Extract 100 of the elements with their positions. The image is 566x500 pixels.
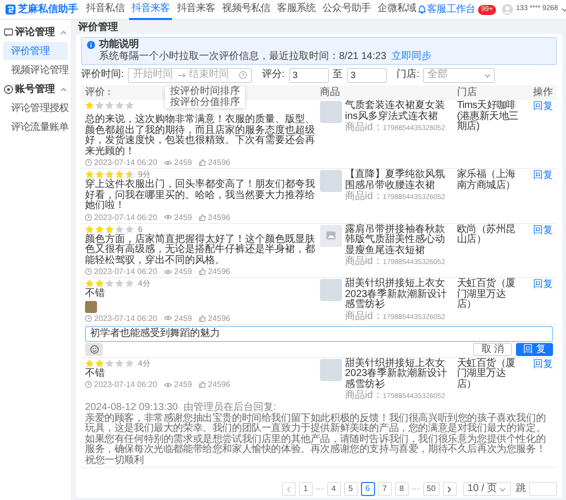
score-text: 9分 (138, 170, 150, 179)
reply-link[interactable]: 回复 (533, 101, 553, 112)
sidebar-item[interactable]: 评论管理授权 (3, 99, 68, 117)
filled-star-icon (95, 358, 104, 368)
eye-icon (164, 214, 172, 220)
column-header: 操作 (533, 86, 553, 98)
filled-star-icon (95, 224, 104, 234)
arrow-right-icon (178, 72, 186, 78)
score-text: 4分 (138, 358, 150, 368)
like-count: 24596 (208, 212, 230, 222)
nav-tab[interactable]: 客服系统 (275, 0, 318, 20)
filter-label: 评分: (262, 69, 285, 81)
page-button[interactable]: 6 (360, 482, 375, 496)
view-count: 2459 (174, 212, 192, 222)
sidebar-item[interactable]: 评价管理 (3, 42, 68, 60)
chevron-right-icon (447, 486, 452, 492)
product-title: 甜美针织拼接短上衣女2023春季新款潮新设计感雪纺衫 (345, 279, 448, 310)
jump-label: 跳 (516, 483, 526, 495)
notice-text: 系统每隔一个小时拉取一次评价信息，最近拉取时间：8/21 14:23 (99, 51, 386, 63)
reply-meta: 2024-08-12 09:13:30 由管理员在后台回复: (85, 403, 276, 413)
page-button[interactable]: 5 (344, 482, 358, 496)
page-size-select[interactable]: 10 / 页 (462, 482, 511, 496)
filter-label: 门店: (396, 69, 420, 81)
thumbs-up-icon (198, 159, 206, 166)
filled-star-icon (105, 224, 114, 234)
reply-link[interactable]: 回复 (533, 279, 553, 290)
page-ellipsis: ··· (316, 483, 324, 495)
nav-tab[interactable]: 视频号私信 (220, 0, 272, 20)
chat-icon (4, 28, 13, 36)
review-text: 总的来说，这次购物非常满意！衣服的质量、版型、颜色都超出了我的期待，而且店家的服务态度也超级好，发货速度快，包装也很精致。下次有需要还会再来光顾的！ (85, 115, 316, 157)
page-button[interactable]: 4 (326, 482, 341, 496)
reply-link[interactable]: 回复 (533, 170, 553, 181)
product-photo (320, 101, 342, 123)
thumbs-up-icon (198, 381, 206, 388)
like-count: 24596 (208, 314, 230, 322)
like-count: 24596 (208, 267, 230, 276)
review-date: 2023-07-14 06:20 (94, 314, 158, 322)
product-photo (320, 170, 342, 192)
logo-icon (5, 4, 16, 15)
menu-item[interactable]: 按评价时间排序 (165, 86, 245, 97)
nav-tab[interactable]: 抖音私信 (84, 0, 126, 20)
nav-tab[interactable]: 公众号助手 (320, 0, 373, 20)
filled-star-icon (95, 170, 104, 179)
clock-icon (85, 314, 92, 322)
sidebar-group[interactable]: 评论管理 (3, 23, 68, 41)
product-title: 甜美针织拼接短上衣女2023春季新款潮新设计感雪纺衫 (345, 358, 448, 390)
nav-tab[interactable]: 企微私域 (376, 0, 418, 20)
nav-tab[interactable]: 抖音来客 (174, 0, 218, 20)
reply-link[interactable]: 回复 (533, 358, 553, 370)
info-icon (87, 41, 95, 49)
filled-star-icon (85, 101, 94, 110)
sync-link[interactable]: 立即同步 (391, 51, 432, 63)
cancel-button[interactable]: 取 消 (473, 342, 512, 356)
page-button[interactable]: 50 (422, 482, 440, 496)
filled-star-icon (85, 224, 94, 234)
next-page-button[interactable] (442, 482, 457, 496)
page-jump-field[interactable] (529, 482, 557, 496)
reply-input[interactable]: 初学者也能感受到舞蹈的魅力 (85, 326, 553, 342)
sidebar-group[interactable]: 账号管理 (3, 80, 68, 98)
page-button[interactable]: 8 (394, 482, 409, 496)
reply-text: 亲爱的顾客，非常感谢您抽出宝贵的时间给我们留下如此积极的反馈！我们很高兴听到您的孩子喜欢我们的玩具，这是我们最大的荣幸。我们的团队一直致力于提供新鲜美味的产品，您的满意是对我们最大的肯定。如果您有任何特别的需求或是想尝试我们店里的其他产品，请随时告诉我们，我们很乐意为您提供个性化的服务，确保每次光临都能带给您和家人愉快的体验。再次感谢您的支持与喜爱，期待不久后再次为您服务！祝您一切顺利 (85, 414, 547, 466)
reply-link[interactable]: 回复 (533, 224, 553, 236)
end-date-field[interactable]: 结束时间 (188, 69, 231, 81)
filled-star-icon (85, 170, 94, 179)
review-date: 2023-07-14 06:20 (94, 212, 158, 222)
product-title: 【直降】夏季纯欲风氛围感吊带收腰连衣裙 (345, 170, 446, 190)
eye-icon (164, 382, 172, 388)
eye-icon (164, 160, 172, 166)
sidebar-item[interactable]: 评论流量账单 (3, 118, 68, 136)
column-header: 门店 (457, 86, 477, 98)
score-text: 6 (138, 224, 142, 234)
review-text: 穿上这件衣服出门，回头率都变高了！朋友们都夸我好看，问我在哪里买的。哈哈，我当然要大力推荐给她们啦！ (85, 180, 316, 212)
page-button[interactable]: 1 (298, 482, 313, 496)
chevron-left-icon (286, 486, 292, 492)
column-header: 评价 (85, 86, 105, 98)
menu-item[interactable]: 按评价分值排序 (165, 97, 245, 108)
eye-icon (164, 268, 172, 274)
filled-star-icon (105, 170, 114, 179)
start-date-field[interactable]: 开始时间 (132, 69, 175, 81)
filled-star-icon (115, 170, 124, 179)
thumbs-up-icon (198, 268, 206, 275)
review-date: 2023-07-14 06:20 (94, 380, 158, 389)
nav-tab[interactable]: 抖音来客 (129, 0, 172, 20)
view-count: 2459 (174, 267, 192, 276)
score-min-field[interactable]: 3 (288, 68, 329, 82)
review-date: 2023-07-14 06:20 (94, 158, 158, 167)
smiley-icon (90, 344, 98, 354)
chevron-down-icon (499, 486, 506, 492)
view-count: 2459 (174, 314, 192, 322)
submit-reply-button[interactable]: 回 复 (516, 342, 553, 356)
product-title: 气质套装连衣裙夏女装ins风多穿法式连衣裙 (345, 101, 446, 122)
sidebar-item[interactable]: 视频评论管理 (3, 61, 68, 79)
user-circle-icon (4, 84, 13, 94)
review-text: 不错 (85, 368, 106, 379)
date-range-field[interactable]: 开始时间 结束时间 (128, 68, 252, 82)
workbench-link[interactable]: 客服工作台 (418, 4, 476, 16)
emoji-button[interactable] (85, 342, 103, 356)
thumbs-up-icon (198, 314, 206, 322)
score-max-field[interactable]: 3 (346, 68, 387, 82)
page-button[interactable]: 7 (378, 482, 392, 496)
